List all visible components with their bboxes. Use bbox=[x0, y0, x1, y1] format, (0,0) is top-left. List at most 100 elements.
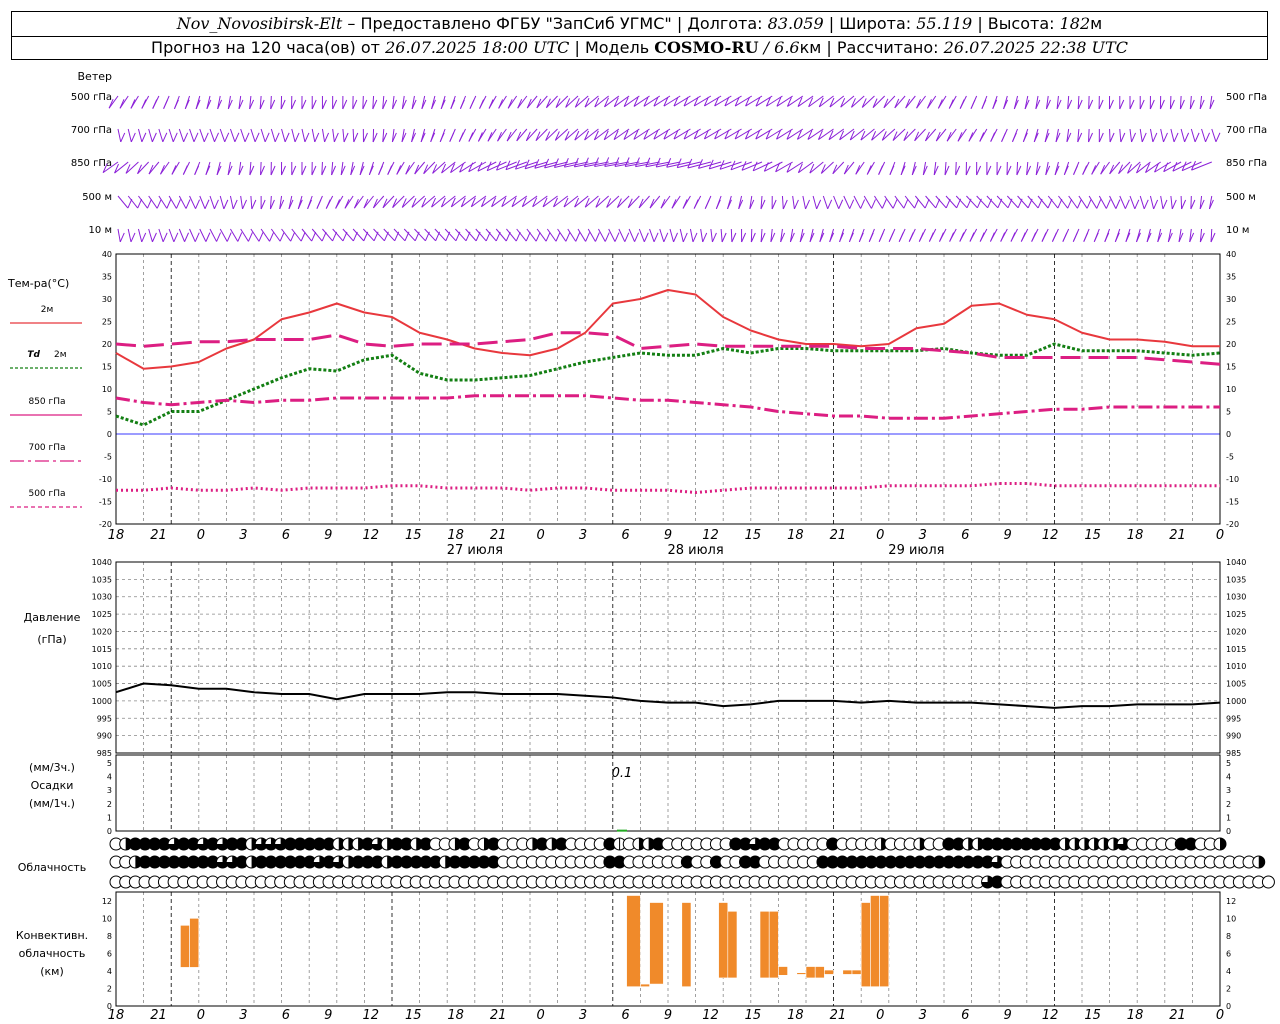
wind-barb bbox=[219, 128, 226, 142]
temperature-ytick-left: 35 bbox=[102, 273, 112, 282]
wind-barb bbox=[281, 128, 286, 143]
convective-bar bbox=[851, 969, 862, 975]
wind-barb-feather bbox=[363, 132, 368, 143]
pressure-ytick-right: 995 bbox=[1226, 714, 1241, 723]
wind-barb bbox=[1149, 128, 1154, 143]
convective-bar bbox=[626, 895, 641, 988]
wind-barb-feather bbox=[469, 99, 475, 109]
convective-bar bbox=[640, 983, 650, 988]
temperature-title: Тем-ра(°C) bbox=[7, 277, 69, 290]
wind-barb bbox=[535, 128, 548, 142]
wind-barb bbox=[526, 228, 537, 242]
pressure-ytick-right: 1000 bbox=[1226, 697, 1246, 706]
wind-barb bbox=[720, 228, 723, 243]
conv-ytick-right: 8 bbox=[1226, 932, 1231, 941]
wind-barb-feather bbox=[1083, 232, 1089, 242]
time-tick-label-bottom: 18 bbox=[108, 1008, 125, 1023]
wind-barb bbox=[311, 228, 323, 242]
wind-barb-feather bbox=[214, 132, 219, 143]
wind-barb-feather bbox=[1096, 199, 1102, 209]
wind-barb-feather bbox=[301, 165, 307, 176]
pressure-ytick-right: 1020 bbox=[1226, 627, 1246, 636]
wind-barb-feather bbox=[1001, 132, 1007, 142]
wind-barb-feather bbox=[1082, 165, 1088, 175]
legend-t700-label: 700 гПа bbox=[28, 443, 65, 453]
wind-barb-feather bbox=[928, 232, 934, 242]
wind-barb-feather bbox=[184, 232, 189, 242]
wind-barb-feather bbox=[152, 99, 158, 109]
wind-barb bbox=[301, 128, 306, 143]
convective-bar bbox=[759, 910, 770, 979]
conv-ytick-right: 2 bbox=[1226, 984, 1231, 993]
wind-barb-feather bbox=[294, 132, 300, 143]
wind-barb-feather bbox=[458, 132, 464, 142]
wind-barb bbox=[138, 195, 148, 209]
temperature-ytick-right: -10 bbox=[1226, 475, 1239, 484]
wind-barb-feather bbox=[948, 99, 954, 109]
temperature-ytick-right: -5 bbox=[1226, 453, 1234, 462]
time-tick-label: 21 bbox=[830, 528, 847, 543]
conv-ytick-right: 4 bbox=[1226, 967, 1231, 976]
wind-barb-feather bbox=[624, 232, 630, 242]
wind-barb-feather bbox=[130, 232, 136, 243]
convective-title-line: (км) bbox=[40, 965, 64, 978]
wind-barb-feather bbox=[120, 132, 126, 143]
wind-barb bbox=[1160, 128, 1164, 143]
wind-barb-feather bbox=[382, 198, 388, 208]
time-tick-label-bottom: 18 bbox=[1127, 1008, 1144, 1023]
wind-barb-feather bbox=[1091, 165, 1097, 175]
wind-barb bbox=[649, 195, 661, 209]
wind-barb bbox=[903, 128, 916, 142]
wind-barb-feather bbox=[1129, 99, 1135, 110]
precip-annotation: 0.1 bbox=[612, 766, 633, 781]
wind-barb-feather bbox=[545, 98, 551, 108]
wind-barb-feather bbox=[449, 132, 455, 142]
time-tick-label-bottom: 15 bbox=[745, 1008, 762, 1023]
wind-barb-feather bbox=[673, 232, 678, 243]
wind-barb-feather bbox=[711, 232, 717, 243]
wind-barb-feather bbox=[311, 99, 317, 110]
temperature-ytick-right: 5 bbox=[1226, 408, 1231, 417]
convective-bar bbox=[681, 902, 692, 988]
temperature-ytick-left: -5 bbox=[104, 453, 112, 462]
wind-barb-feather bbox=[171, 165, 177, 175]
wind-barb-feather bbox=[914, 131, 920, 141]
wind-barb-feather bbox=[704, 199, 710, 209]
wind-barb bbox=[1139, 128, 1143, 143]
wind-barb-feather bbox=[258, 232, 264, 242]
wind-barb-feather bbox=[986, 165, 992, 176]
pressure-ytick-right: 985 bbox=[1226, 749, 1241, 758]
wind-barb-feather bbox=[989, 232, 995, 242]
wind-barb-feather bbox=[151, 132, 157, 143]
conv-ytick-left: 2 bbox=[107, 984, 112, 993]
pressure-ytick-right: 1015 bbox=[1226, 645, 1246, 654]
wind-barb-feather bbox=[871, 199, 876, 209]
wind-barb bbox=[148, 128, 153, 143]
wind-barb-feather bbox=[1114, 232, 1120, 243]
wind-barb bbox=[199, 228, 207, 242]
wind-barb-feather bbox=[903, 199, 909, 209]
wind-barb-feather bbox=[1139, 99, 1145, 110]
wind-barb bbox=[526, 95, 538, 109]
legend-t2m-label: 2м bbox=[41, 305, 54, 315]
pressure-ytick-left: 1010 bbox=[92, 662, 112, 671]
wind-barb bbox=[945, 195, 958, 209]
wind-barb-feather bbox=[387, 165, 393, 175]
wind-barb bbox=[595, 195, 609, 208]
wind-barb-feather bbox=[1215, 132, 1221, 143]
time-tick-label: 3 bbox=[919, 528, 927, 543]
wind-barb-feather bbox=[1105, 199, 1111, 209]
wind-barb bbox=[883, 95, 896, 109]
wind-level-label-right: 10 м bbox=[1226, 225, 1249, 236]
wind-barb-feather bbox=[545, 231, 551, 242]
wind-barb bbox=[127, 195, 139, 209]
wind-barb bbox=[820, 161, 834, 174]
wind-barb bbox=[506, 128, 518, 142]
wind-barb-feather bbox=[284, 132, 290, 143]
wind-barb-feather bbox=[970, 99, 976, 109]
wind-barb bbox=[843, 195, 851, 209]
conv-ytick-right: 0 bbox=[1226, 1002, 1231, 1011]
wind-barb-feather bbox=[1063, 165, 1069, 176]
wind-barb-feather bbox=[976, 165, 982, 176]
wind-barb-feather bbox=[1134, 199, 1140, 209]
